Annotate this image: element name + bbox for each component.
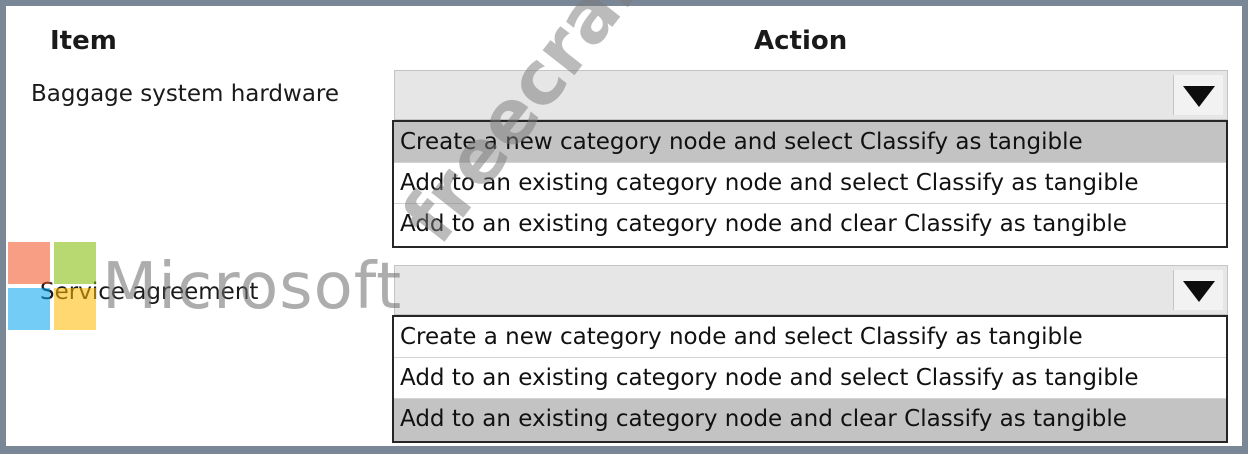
option-add-existing-select-tangible[interactable]: Add to an existing category node and sel… — [394, 163, 1226, 204]
option-create-new-select-tangible[interactable]: Create a new category node and select Cl… — [394, 317, 1226, 358]
option-add-existing-select-tangible[interactable]: Add to an existing category node and sel… — [394, 358, 1226, 399]
microsoft-logo-icon — [8, 242, 96, 330]
action-dropdown-1[interactable] — [394, 70, 1228, 120]
dropdown-options-list-1: Create a new category node and select Cl… — [392, 120, 1228, 248]
option-create-new-select-tangible[interactable]: Create a new category node and select Cl… — [394, 122, 1226, 163]
dropdown-toggle-button-2[interactable] — [1173, 270, 1223, 310]
logo-square-green — [54, 242, 96, 284]
item-column-header: Item — [50, 26, 117, 56]
logo-square-red — [8, 242, 50, 284]
logo-square-yellow — [54, 288, 96, 330]
microsoft-watermark-text: Microsoft — [102, 250, 403, 324]
dropdown-options-list-2: Create a new category node and select Cl… — [392, 315, 1228, 443]
dropdown-toggle-button-1[interactable] — [1173, 75, 1223, 115]
logo-square-blue — [8, 288, 50, 330]
action-column-header: Action — [754, 26, 848, 56]
item-label-baggage-system-hardware: Baggage system hardware — [31, 81, 340, 107]
action-dropdown-2[interactable] — [394, 265, 1228, 315]
question-panel: Item Action Baggage system hardware Crea… — [6, 0, 1242, 446]
triangle-down-icon — [1183, 281, 1215, 302]
option-add-existing-clear-tangible[interactable]: Add to an existing category node and cle… — [394, 399, 1226, 441]
triangle-down-icon — [1183, 86, 1215, 107]
option-add-existing-clear-tangible[interactable]: Add to an existing category node and cle… — [394, 204, 1226, 246]
